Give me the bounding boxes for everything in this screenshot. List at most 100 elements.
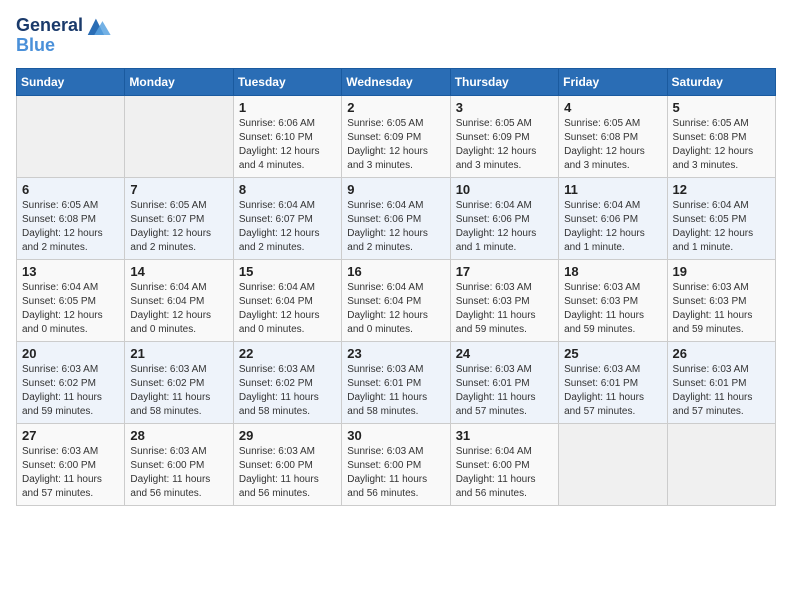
calendar-cell: 19Sunrise: 6:03 AM Sunset: 6:03 PM Dayli…	[667, 259, 775, 341]
day-info: Sunrise: 6:04 AM Sunset: 6:06 PM Dayligh…	[347, 199, 444, 255]
calendar-cell: 25Sunrise: 6:03 AM Sunset: 6:01 PM Dayli…	[559, 341, 667, 423]
header-row: SundayMondayTuesdayWednesdayThursdayFrid…	[17, 68, 776, 95]
calendar-cell: 7 Sunrise: 6:05 AM Sunset: 6:07 PM Daylig…	[125, 177, 233, 259]
day-number: 6	[22, 182, 119, 197]
day-info: Sunrise: 6:03 AM Sunset: 6:00 PM Dayligh…	[130, 445, 227, 501]
day-info: Sunrise: 6:03 AM Sunset: 6:00 PM Dayligh…	[22, 445, 119, 501]
day-number: 21	[130, 346, 227, 361]
calendar-cell: 27 Sunrise: 6:03 AM Sunset: 6:00 PM Dayli…	[17, 423, 125, 505]
logo: GeneralBlue	[16, 16, 114, 56]
calendar-cell: 4Sunrise: 6:05 AM Sunset: 6:08 PM Daylig…	[559, 95, 667, 177]
calendar-cell: 6 Sunrise: 6:05 AM Sunset: 6:08 PM Daylig…	[17, 177, 125, 259]
calendar-header: SundayMondayTuesdayWednesdayThursdayFrid…	[17, 68, 776, 95]
week-row-3: 13 Sunrise: 6:04 AM Sunset: 6:05 PM Dayli…	[17, 259, 776, 341]
calendar-cell: 2Sunrise: 6:05 AM Sunset: 6:09 PM Daylig…	[342, 95, 450, 177]
day-number: 20	[22, 346, 119, 361]
calendar-cell: 26 Sunrise: 6:03 AM Sunset: 6:01 PM Dayli…	[667, 341, 775, 423]
day-info: Sunrise: 6:04 AM Sunset: 6:07 PM Dayligh…	[239, 199, 336, 255]
day-header-thursday: Thursday	[450, 68, 558, 95]
day-number: 4	[564, 100, 661, 115]
calendar-cell: 29Sunrise: 6:03 AM Sunset: 6:00 PM Dayli…	[233, 423, 341, 505]
day-info: Sunrise: 6:03 AM Sunset: 6:03 PM Dayligh…	[564, 281, 661, 337]
calendar-cell: 5Sunrise: 6:05 AM Sunset: 6:08 PM Daylig…	[667, 95, 775, 177]
day-info: Sunrise: 6:03 AM Sunset: 6:03 PM Dayligh…	[456, 281, 553, 337]
calendar-cell: 28 Sunrise: 6:03 AM Sunset: 6:00 PM Dayli…	[125, 423, 233, 505]
day-number: 30	[347, 428, 444, 443]
calendar-table: SundayMondayTuesdayWednesdayThursdayFrid…	[16, 68, 776, 506]
calendar-cell: 11 Sunrise: 6:04 AM Sunset: 6:06 PM Dayli…	[559, 177, 667, 259]
day-info: Sunrise: 6:03 AM Sunset: 6:00 PM Dayligh…	[347, 445, 444, 501]
day-info: Sunrise: 6:04 AM Sunset: 6:05 PM Dayligh…	[22, 281, 119, 337]
calendar-cell: 1 Sunrise: 6:06 AM Sunset: 6:10 PM Daylig…	[233, 95, 341, 177]
day-info: Sunrise: 6:05 AM Sunset: 6:08 PM Dayligh…	[673, 117, 770, 173]
calendar-cell: 31 Sunrise: 6:04 AM Sunset: 6:00 PM Dayli…	[450, 423, 558, 505]
day-info: Sunrise: 6:05 AM Sunset: 6:09 PM Dayligh…	[456, 117, 553, 173]
day-number: 18	[564, 264, 661, 279]
calendar-cell: 16 Sunrise: 6:04 AM Sunset: 6:04 PM Dayli…	[342, 259, 450, 341]
day-info: Sunrise: 6:03 AM Sunset: 6:01 PM Dayligh…	[347, 363, 444, 419]
calendar-cell: 30 Sunrise: 6:03 AM Sunset: 6:00 PM Dayli…	[342, 423, 450, 505]
day-number: 31	[456, 428, 553, 443]
week-row-1: 1 Sunrise: 6:06 AM Sunset: 6:10 PM Daylig…	[17, 95, 776, 177]
logo-text: GeneralBlue	[16, 16, 114, 56]
calendar-cell: 10 Sunrise: 6:04 AM Sunset: 6:06 PM Dayli…	[450, 177, 558, 259]
calendar-cell	[125, 95, 233, 177]
day-number: 26	[673, 346, 770, 361]
day-number: 28	[130, 428, 227, 443]
calendar-cell: 3 Sunrise: 6:05 AM Sunset: 6:09 PM Daylig…	[450, 95, 558, 177]
week-row-4: 20 Sunrise: 6:03 AM Sunset: 6:02 PM Dayli…	[17, 341, 776, 423]
day-number: 8	[239, 182, 336, 197]
logo-icon	[86, 17, 114, 35]
day-info: Sunrise: 6:05 AM Sunset: 6:09 PM Dayligh…	[347, 117, 444, 173]
day-number: 3	[456, 100, 553, 115]
calendar-cell: 9 Sunrise: 6:04 AM Sunset: 6:06 PM Daylig…	[342, 177, 450, 259]
day-number: 19	[673, 264, 770, 279]
day-number: 27	[22, 428, 119, 443]
day-info: Sunrise: 6:03 AM Sunset: 6:01 PM Dayligh…	[564, 363, 661, 419]
day-number: 22	[239, 346, 336, 361]
day-number: 17	[456, 264, 553, 279]
calendar-cell: 20 Sunrise: 6:03 AM Sunset: 6:02 PM Dayli…	[17, 341, 125, 423]
day-info: Sunrise: 6:03 AM Sunset: 6:01 PM Dayligh…	[456, 363, 553, 419]
day-info: Sunrise: 6:06 AM Sunset: 6:10 PM Dayligh…	[239, 117, 336, 173]
day-info: Sunrise: 6:04 AM Sunset: 6:04 PM Dayligh…	[347, 281, 444, 337]
day-number: 7	[130, 182, 227, 197]
day-info: Sunrise: 6:05 AM Sunset: 6:07 PM Dayligh…	[130, 199, 227, 255]
day-header-saturday: Saturday	[667, 68, 775, 95]
calendar-body: 1 Sunrise: 6:06 AM Sunset: 6:10 PM Daylig…	[17, 95, 776, 505]
day-info: Sunrise: 6:03 AM Sunset: 6:02 PM Dayligh…	[239, 363, 336, 419]
calendar-cell	[559, 423, 667, 505]
day-info: Sunrise: 6:04 AM Sunset: 6:04 PM Dayligh…	[239, 281, 336, 337]
calendar-cell: 14 Sunrise: 6:04 AM Sunset: 6:04 PM Dayli…	[125, 259, 233, 341]
day-header-tuesday: Tuesday	[233, 68, 341, 95]
day-info: Sunrise: 6:04 AM Sunset: 6:06 PM Dayligh…	[456, 199, 553, 255]
day-number: 14	[130, 264, 227, 279]
day-number: 29	[239, 428, 336, 443]
day-info: Sunrise: 6:04 AM Sunset: 6:00 PM Dayligh…	[456, 445, 553, 501]
day-number: 10	[456, 182, 553, 197]
day-header-friday: Friday	[559, 68, 667, 95]
calendar-cell	[667, 423, 775, 505]
calendar-cell: 21 Sunrise: 6:03 AM Sunset: 6:02 PM Dayli…	[125, 341, 233, 423]
day-number: 1	[239, 100, 336, 115]
day-info: Sunrise: 6:03 AM Sunset: 6:02 PM Dayligh…	[130, 363, 227, 419]
day-info: Sunrise: 6:04 AM Sunset: 6:06 PM Dayligh…	[564, 199, 661, 255]
calendar-cell: 8 Sunrise: 6:04 AM Sunset: 6:07 PM Daylig…	[233, 177, 341, 259]
calendar-cell: 18 Sunrise: 6:03 AM Sunset: 6:03 PM Dayli…	[559, 259, 667, 341]
day-number: 13	[22, 264, 119, 279]
calendar-cell: 15Sunrise: 6:04 AM Sunset: 6:04 PM Dayli…	[233, 259, 341, 341]
calendar-cell: 13 Sunrise: 6:04 AM Sunset: 6:05 PM Dayli…	[17, 259, 125, 341]
day-number: 16	[347, 264, 444, 279]
calendar-cell: 17 Sunrise: 6:03 AM Sunset: 6:03 PM Dayli…	[450, 259, 558, 341]
day-number: 24	[456, 346, 553, 361]
day-info: Sunrise: 6:04 AM Sunset: 6:04 PM Dayligh…	[130, 281, 227, 337]
day-header-sunday: Sunday	[17, 68, 125, 95]
calendar-cell	[17, 95, 125, 177]
day-info: Sunrise: 6:05 AM Sunset: 6:08 PM Dayligh…	[22, 199, 119, 255]
day-info: Sunrise: 6:03 AM Sunset: 6:02 PM Dayligh…	[22, 363, 119, 419]
calendar-cell: 24 Sunrise: 6:03 AM Sunset: 6:01 PM Dayli…	[450, 341, 558, 423]
day-number: 9	[347, 182, 444, 197]
day-number: 11	[564, 182, 661, 197]
day-info: Sunrise: 6:03 AM Sunset: 6:01 PM Dayligh…	[673, 363, 770, 419]
calendar-cell: 22 Sunrise: 6:03 AM Sunset: 6:02 PM Dayli…	[233, 341, 341, 423]
